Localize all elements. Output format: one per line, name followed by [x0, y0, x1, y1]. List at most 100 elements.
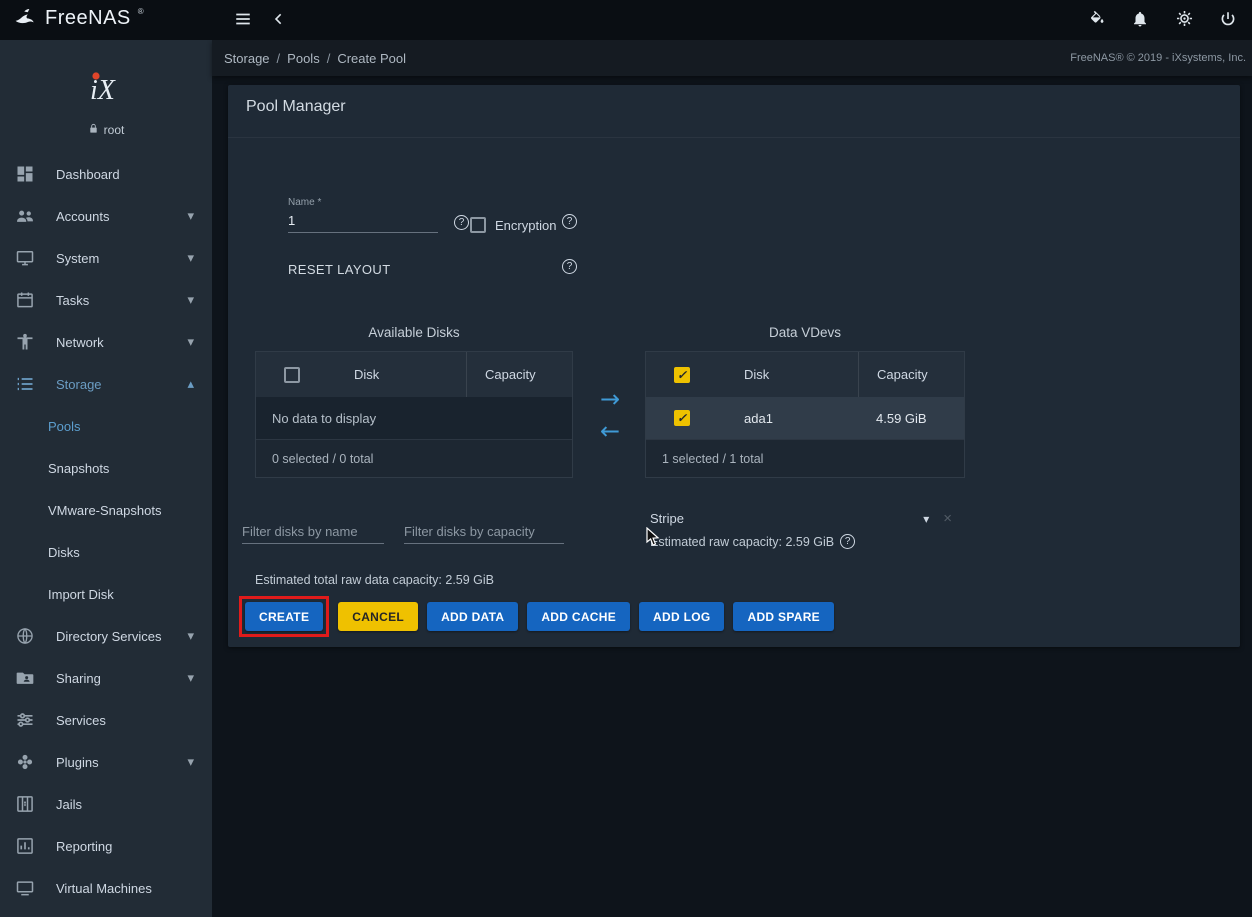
breadcrumb-pools[interactable]: Pools	[287, 51, 320, 66]
sidebar-item-label: Network	[56, 335, 187, 350]
sidebar-item-label: Tasks	[56, 293, 187, 308]
sidebar-item-sharing[interactable]: Sharing ▾	[0, 657, 212, 699]
computer-icon	[14, 877, 36, 899]
sidebar-item-dashboard[interactable]: Dashboard	[0, 153, 212, 195]
plugins-flower-icon	[14, 751, 36, 773]
hamburger-icon	[234, 10, 252, 31]
chevron-left-icon	[271, 11, 287, 30]
disk-capacity-cell: 4.59 GiB	[858, 397, 964, 439]
action-buttons-row: CREATE CANCEL ADD DATA ADD CACHE ADD LOG…	[239, 596, 834, 637]
layout-help-icon[interactable]: ?	[562, 259, 577, 274]
data-vdevs-header: ✓ Disk Capacity	[646, 352, 964, 397]
pool-name-field-group: Name *	[288, 197, 438, 233]
move-right-button[interactable]: →	[600, 387, 620, 411]
vdev-layout-select[interactable]: Stripe ▾ ×	[650, 510, 952, 527]
sidebar-item-jails[interactable]: Jails	[0, 783, 212, 825]
add-log-button[interactable]: ADD LOG	[639, 602, 724, 631]
chevron-down-icon: ▾	[187, 628, 194, 644]
ix-logo: iX	[82, 66, 130, 115]
select-all-vdevs-checkbox[interactable]: ✓	[674, 367, 690, 383]
breadcrumb-create-pool: Create Pool	[337, 51, 406, 66]
add-spare-button[interactable]: ADD SPARE	[733, 602, 834, 631]
pool-name-label: Name *	[288, 197, 438, 208]
name-help-icon[interactable]: ?	[454, 215, 469, 230]
move-left-button[interactable]: ←	[600, 419, 620, 443]
sidebar-item-directory-services[interactable]: Directory Services ▾	[0, 615, 212, 657]
freenas-logo: FreeNAS ®	[0, 5, 212, 36]
chevron-down-icon: ▾	[187, 250, 194, 266]
row-checkbox[interactable]: ✓	[674, 410, 690, 426]
sidebar-item-accounts[interactable]: Accounts ▾	[0, 195, 212, 237]
sidebar-item-import-disk[interactable]: Import Disk	[0, 573, 212, 615]
sidebar-item-label: Directory Services	[56, 629, 187, 644]
check-icon: ✓	[677, 412, 687, 424]
sidebar-item-storage[interactable]: Storage ▴	[0, 363, 212, 405]
bell-icon	[1131, 10, 1149, 31]
sidebar-item-tasks[interactable]: Tasks ▾	[0, 279, 212, 321]
encryption-checkbox[interactable]	[470, 217, 486, 233]
sidebar-item-snapshots[interactable]: Snapshots	[0, 447, 212, 489]
breadcrumb-bar: Storage / Pools / Create Pool FreeNAS® ©…	[212, 40, 1252, 76]
reset-layout-button[interactable]: RESET LAYOUT	[278, 254, 401, 285]
sidebar-item-reporting[interactable]: Reporting	[0, 825, 212, 867]
logged-in-user: root	[88, 123, 125, 137]
column-header-capacity: Capacity	[858, 352, 964, 397]
filter-disks-by-name-input[interactable]	[242, 522, 384, 544]
brand-name: FreeNAS	[45, 5, 131, 31]
page-title: Pool Manager	[246, 98, 346, 116]
sidebar-profile: iX root	[0, 40, 212, 153]
username: root	[104, 123, 125, 137]
brand-trademark: ®	[138, 7, 144, 17]
encryption-help-icon[interactable]: ?	[562, 214, 577, 229]
available-disks-title: Available Disks	[255, 325, 573, 340]
sidebar-item-vmware-snapshots[interactable]: VMware-Snapshots	[0, 489, 212, 531]
available-disks-summary: 0 selected / 0 total	[256, 439, 572, 477]
estimated-raw-capacity-text: Estimated raw capacity: 2.59 GiB	[650, 535, 834, 549]
svg-text:iX: iX	[90, 75, 116, 106]
clear-selection-icon[interactable]: ×	[943, 510, 952, 527]
column-header-disk: Disk	[718, 367, 858, 382]
encryption-checkbox-group[interactable]: Encryption	[470, 217, 556, 233]
cancel-button[interactable]: CANCEL	[338, 602, 418, 631]
filter-disks-by-capacity-input[interactable]	[404, 522, 564, 544]
sliders-icon	[14, 709, 36, 731]
sidebar-item-virtual-machines[interactable]: Virtual Machines	[0, 867, 212, 909]
sidebar-item-disks[interactable]: Disks	[0, 531, 212, 573]
arrow-right-icon: →	[600, 385, 620, 413]
settings-button[interactable]	[1174, 5, 1194, 35]
sidebar-item-network[interactable]: Network ▾	[0, 321, 212, 363]
create-button[interactable]: CREATE	[245, 602, 323, 631]
shark-icon	[12, 5, 38, 36]
sidebar-item-label: Reporting	[56, 839, 198, 854]
available-disks-table: Disk Capacity No data to display 0 selec…	[255, 351, 573, 478]
back-button[interactable]	[264, 5, 294, 35]
sidebar-item-pools[interactable]: Pools	[0, 405, 212, 447]
breadcrumb-separator: /	[327, 51, 331, 66]
gear-icon	[1175, 9, 1194, 31]
theme-picker-button[interactable]	[1086, 5, 1106, 35]
vdev-disk-row[interactable]: ✓ ada1 4.59 GiB	[646, 397, 964, 439]
notifications-button[interactable]	[1130, 5, 1150, 35]
chevron-up-icon: ▴	[187, 376, 194, 392]
raw-capacity-help-icon[interactable]: ?	[840, 534, 855, 549]
copyright-text: FreeNAS® © 2019 - iXsystems, Inc.	[1070, 52, 1246, 64]
data-vdevs-title: Data VDevs	[645, 325, 965, 340]
sidebar: iX root Dashboard Accounts ▾ System ▾	[0, 40, 212, 917]
breadcrumb-storage[interactable]: Storage	[224, 51, 270, 66]
sidebar-item-services[interactable]: Services	[0, 699, 212, 741]
menu-button[interactable]	[228, 5, 258, 35]
add-data-button[interactable]: ADD DATA	[427, 602, 518, 631]
pool-name-input[interactable]	[288, 211, 438, 233]
select-all-available-checkbox[interactable]	[284, 367, 300, 383]
power-button[interactable]	[1218, 5, 1238, 35]
sidebar-item-plugins[interactable]: Plugins ▾	[0, 741, 212, 783]
add-cache-button[interactable]: ADD CACHE	[527, 602, 630, 631]
lock-icon	[88, 123, 99, 137]
sidebar-item-label: Dashboard	[56, 167, 198, 182]
main-content: Pool Manager Name * ? Encryption ? RESET…	[212, 76, 1252, 917]
sidebar-item-system[interactable]: System ▾	[0, 237, 212, 279]
breadcrumb: Storage / Pools / Create Pool	[224, 51, 406, 66]
freenas-app: FreeNAS ®	[0, 0, 1252, 917]
sidebar-item-label: Plugins	[56, 755, 187, 770]
sidebar-item-label: System	[56, 251, 187, 266]
